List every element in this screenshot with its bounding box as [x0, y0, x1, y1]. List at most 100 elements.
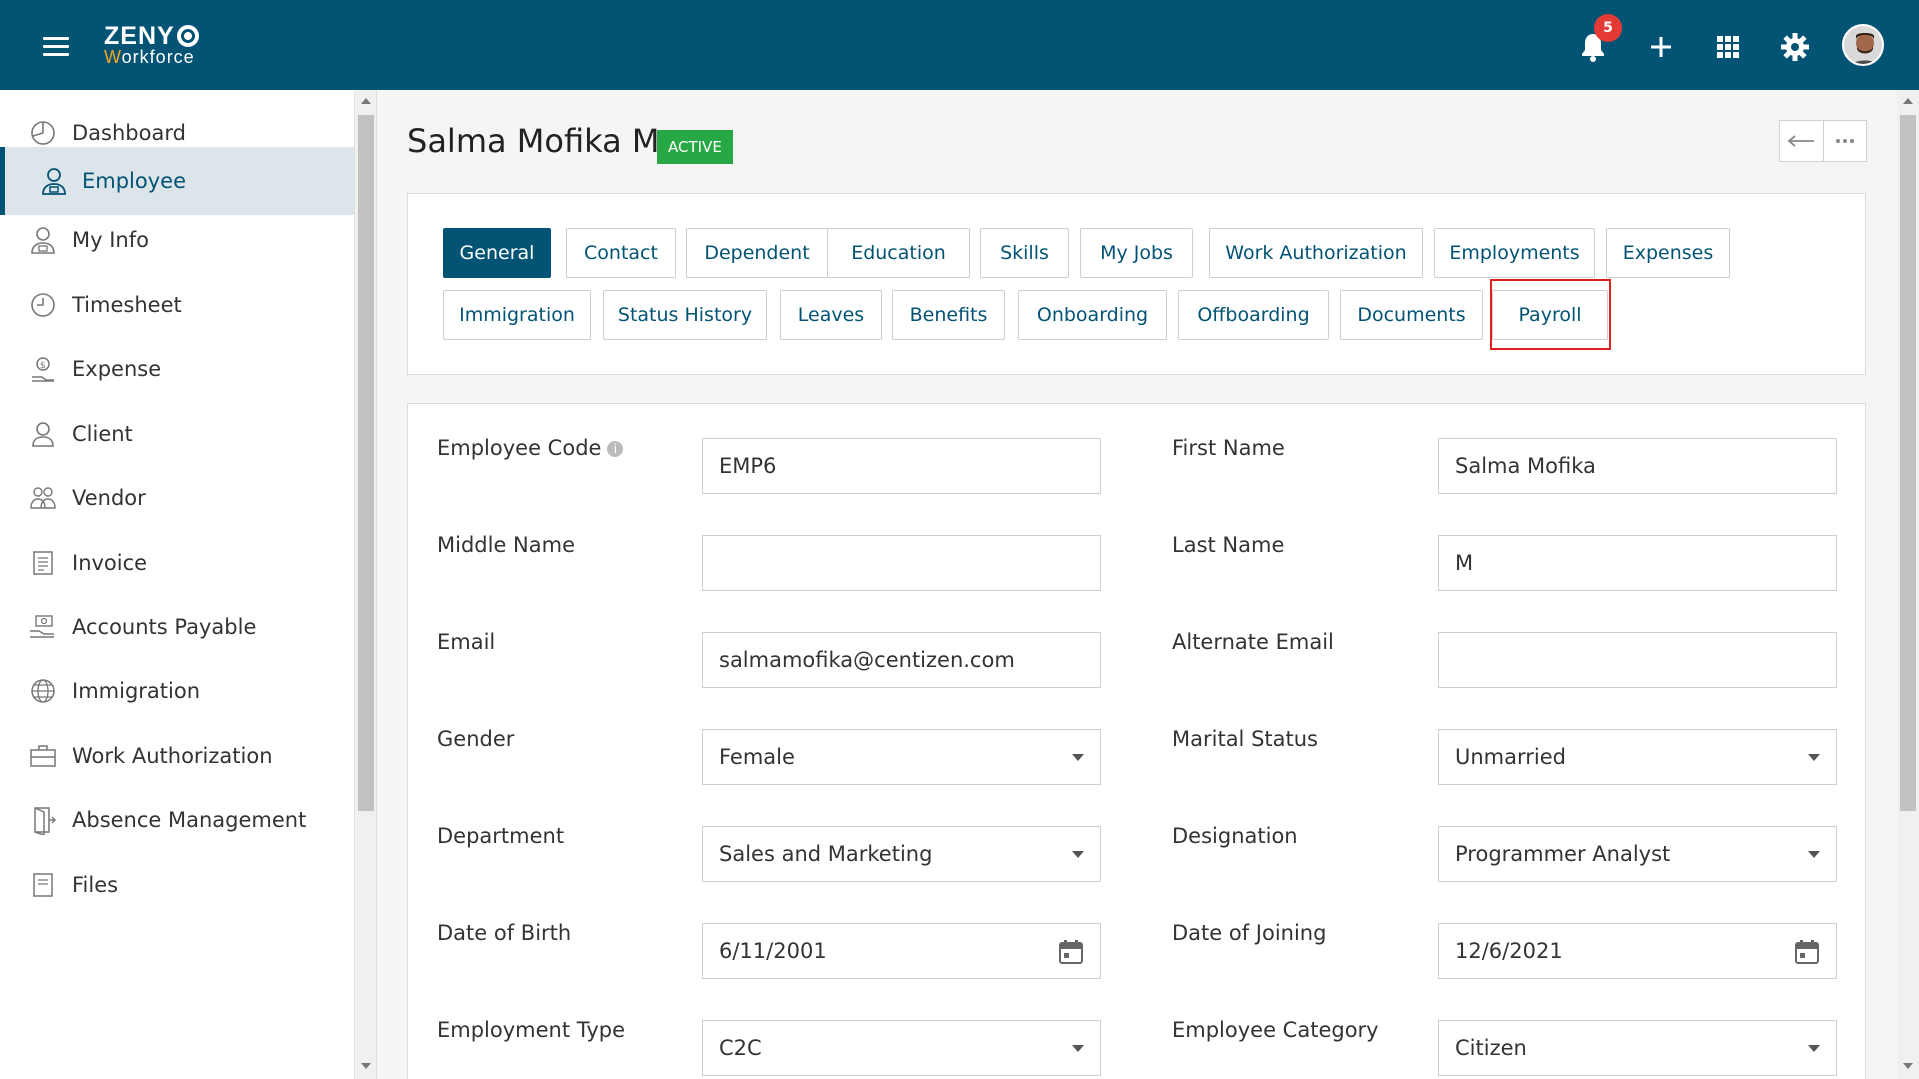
app-logo[interactable]: ZENY Workforce [104, 24, 199, 66]
scroll-down-arrow-icon[interactable] [361, 1063, 371, 1069]
designation-label: Designation [1172, 824, 1298, 848]
sidebar: Dashboard Employee My Info Timesheet $ Expens… [0, 90, 355, 1079]
expense-icon: $ [28, 354, 58, 384]
chevron-down-icon [1072, 851, 1084, 858]
tab-dependent[interactable]: Dependent [686, 228, 828, 278]
designation-select[interactable]: Programmer Analyst [1438, 826, 1837, 882]
calendar-icon[interactable] [1794, 939, 1820, 970]
main-scrollbar[interactable] [1897, 90, 1919, 1079]
sidebar-item-accounts-payable[interactable]: Accounts Payable [0, 593, 354, 661]
sidebar-item-label: Work Authorization [72, 744, 273, 768]
logo-subtext: orkforce [121, 47, 195, 67]
sidebar-item-immigration[interactable]: Immigration [0, 657, 354, 725]
sidebar-item-label: My Info [72, 228, 149, 252]
sidebar-item-label: Timesheet [72, 293, 182, 317]
chevron-down-icon [1808, 1045, 1820, 1052]
logo-text: ZENY [104, 22, 175, 50]
employment-type-select[interactable]: C2C [702, 1020, 1101, 1076]
back-arrow-icon[interactable] [1780, 121, 1824, 161]
email-input[interactable]: salmamofika@centizen.com [702, 632, 1101, 688]
sidebar-item-timesheet[interactable]: Timesheet [0, 271, 354, 339]
tab-leaves[interactable]: Leaves [780, 290, 882, 340]
scrollbar-thumb[interactable] [358, 115, 374, 811]
tab-onboarding[interactable]: Onboarding [1018, 290, 1167, 340]
department-label: Department [437, 824, 565, 848]
sidebar-item-label: Invoice [72, 551, 148, 575]
date-of-joining-label: Date of Joining [1172, 921, 1327, 945]
header-actions [1779, 120, 1867, 162]
employee-category-select[interactable]: Citizen [1438, 1020, 1837, 1076]
client-icon [28, 419, 58, 449]
employment-type-label: Employment Type [437, 1018, 625, 1042]
scroll-up-arrow-icon[interactable] [361, 98, 371, 104]
first-name-input[interactable]: Salma Mofika [1438, 438, 1837, 494]
tab-status-history[interactable]: Status History [603, 290, 767, 340]
gear-icon[interactable] [1778, 30, 1812, 64]
user-avatar[interactable] [1842, 24, 1884, 66]
sidebar-item-label: Accounts Payable [72, 615, 257, 639]
tab-contact[interactable]: Contact [566, 228, 676, 278]
globe-icon [28, 676, 58, 706]
tab-documents[interactable]: Documents [1340, 290, 1483, 340]
sidebar-item-label: Absence Management [72, 808, 307, 832]
sidebar-item-expense[interactable]: $ Expense [0, 335, 354, 403]
tab-my-jobs[interactable]: My Jobs [1080, 228, 1193, 278]
hamburger-menu-icon[interactable] [43, 37, 69, 57]
sidebar-item-employee[interactable]: Employee [0, 147, 354, 215]
dashboard-icon [28, 118, 58, 148]
alternate-email-input[interactable] [1438, 632, 1837, 688]
my-info-icon [28, 225, 58, 255]
tab-payroll[interactable]: Payroll [1492, 290, 1608, 340]
chevron-down-icon [1808, 754, 1820, 761]
accounts-payable-icon [28, 612, 58, 642]
tab-expenses[interactable]: Expenses [1606, 228, 1730, 278]
tabs-panel [407, 193, 1866, 375]
marital-status-select[interactable]: Unmarried [1438, 729, 1837, 785]
sidebar-item-label: Client [72, 422, 133, 446]
tab-benefits[interactable]: Benefits [892, 290, 1005, 340]
tab-immigration[interactable]: Immigration [443, 290, 591, 340]
sidebar-scrollbar[interactable] [355, 90, 377, 1079]
date-of-birth-input[interactable]: 6/11/2001 [702, 923, 1101, 979]
last-name-input[interactable]: M [1438, 535, 1837, 591]
scroll-down-arrow-icon[interactable] [1903, 1063, 1913, 1069]
sidebar-item-my-info[interactable]: My Info [0, 206, 354, 274]
files-icon [28, 870, 58, 900]
sidebar-item-label: Files [72, 873, 119, 897]
sidebar-item-vendor[interactable]: Vendor [0, 464, 354, 532]
more-options-icon[interactable] [1824, 121, 1867, 161]
sidebar-item-files[interactable]: Files [0, 851, 354, 919]
tab-work-authorization[interactable]: Work Authorization [1209, 228, 1423, 278]
sidebar-item-absence-management[interactable]: Absence Management [0, 786, 354, 854]
marital-status-label: Marital Status [1172, 727, 1318, 751]
plus-icon[interactable] [1644, 30, 1678, 64]
sidebar-item-work-authorization[interactable]: Work Authorization [0, 722, 354, 790]
gender-select[interactable]: Female [702, 729, 1101, 785]
notification-badge: 5 [1594, 14, 1622, 42]
employee-icon [39, 166, 69, 196]
calendar-icon[interactable] [1058, 939, 1084, 970]
sidebar-item-invoice[interactable]: Invoice [0, 529, 354, 597]
email-label: Email [437, 630, 496, 654]
door-exit-icon [28, 805, 58, 835]
sidebar-item-label: Vendor [72, 486, 146, 510]
sidebar-item-client[interactable]: Client [0, 400, 354, 468]
gender-label: Gender [437, 727, 515, 751]
apps-grid-icon[interactable] [1711, 30, 1745, 64]
scrollbar-thumb[interactable] [1900, 115, 1916, 811]
middle-name-label: Middle Name [437, 533, 575, 557]
tab-offboarding[interactable]: Offboarding [1178, 290, 1329, 340]
invoice-icon [28, 548, 58, 578]
tab-employments[interactable]: Employments [1434, 228, 1595, 278]
info-icon[interactable]: i [607, 441, 624, 457]
scroll-up-arrow-icon[interactable] [1903, 98, 1913, 104]
employee-code-input[interactable]: EMP6 [702, 438, 1101, 494]
middle-name-input[interactable] [702, 535, 1101, 591]
last-name-label: Last Name [1172, 533, 1285, 557]
department-select[interactable]: Sales and Marketing [702, 826, 1101, 882]
logo-subtext-initial: W [104, 47, 122, 67]
date-of-joining-input[interactable]: 12/6/2021 [1438, 923, 1837, 979]
tab-skills[interactable]: Skills [980, 228, 1069, 278]
tab-education[interactable]: Education [827, 228, 970, 278]
tab-general[interactable]: General [443, 228, 551, 278]
